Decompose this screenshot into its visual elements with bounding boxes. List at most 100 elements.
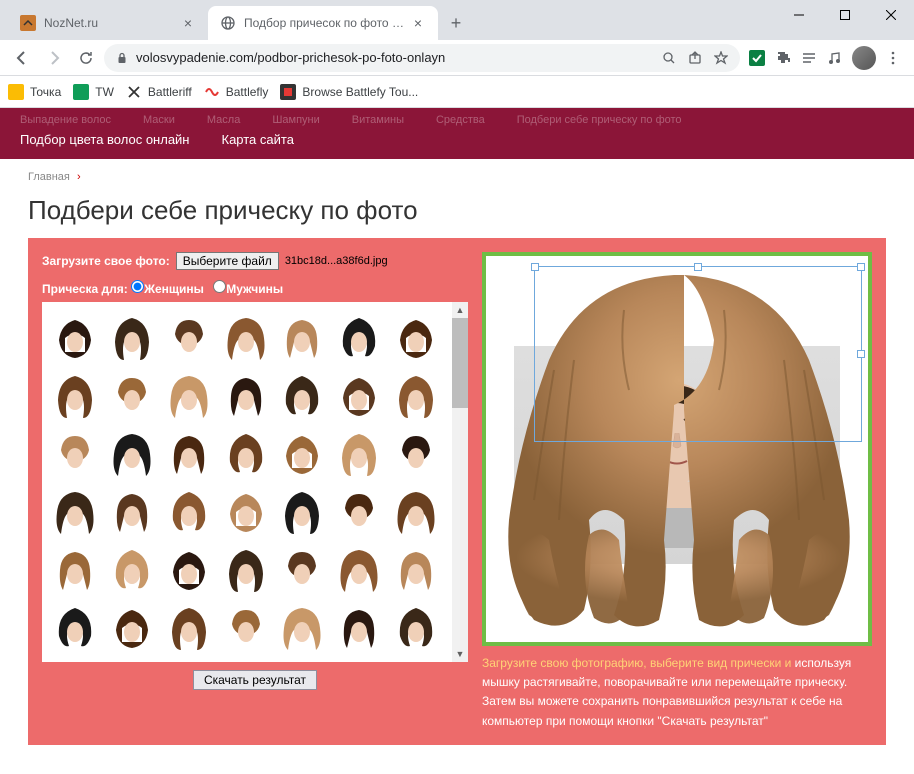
profile-avatar[interactable]: [852, 46, 876, 70]
hairstyle-option[interactable]: [332, 366, 386, 424]
hairstyle-option[interactable]: [275, 424, 329, 482]
page-content[interactable]: Выпадение волос Маски Масла Шампуни Вита…: [0, 108, 914, 774]
hairstyle-option[interactable]: [389, 424, 443, 482]
hairstyle-option[interactable]: [332, 424, 386, 482]
ext-checkmark-icon[interactable]: [748, 49, 766, 67]
hairstyle-grid[interactable]: [42, 302, 452, 662]
hairstyle-option[interactable]: [105, 482, 159, 540]
selection-box[interactable]: [534, 266, 862, 442]
resize-handle[interactable]: [857, 350, 865, 358]
resize-handle[interactable]: [694, 263, 702, 271]
hairstyle-option[interactable]: [105, 366, 159, 424]
bookmark-favicon: [204, 84, 220, 100]
extensions-icon[interactable]: [774, 49, 792, 67]
hairstyle-option[interactable]: [275, 598, 329, 656]
bookmark-item[interactable]: TW: [73, 84, 114, 100]
bookmark-item[interactable]: Battleriff: [126, 84, 192, 100]
hairstyle-option[interactable]: [48, 308, 102, 366]
nav-link[interactable]: Выпадение волос: [20, 112, 111, 128]
scroll-up-icon[interactable]: ▲: [452, 302, 468, 318]
hairstyle-option[interactable]: [389, 366, 443, 424]
gender-female-radio[interactable]: [131, 280, 144, 293]
photo-preview[interactable]: [482, 252, 872, 646]
menu-icon[interactable]: [884, 49, 902, 67]
browser-tab-active[interactable]: Подбор причесок по фото онл ×: [208, 6, 438, 40]
hairstyle-option[interactable]: [105, 424, 159, 482]
hairstyle-option[interactable]: [162, 598, 216, 656]
hairstyle-option[interactable]: [275, 482, 329, 540]
close-icon[interactable]: ×: [410, 15, 426, 31]
breadcrumb-home[interactable]: Главная: [28, 171, 70, 183]
minimize-button[interactable]: [776, 0, 822, 30]
hairstyle-option[interactable]: [332, 540, 386, 598]
search-icon[interactable]: [662, 51, 676, 65]
gender-selector: Прическа для: Женщины Мужчины: [42, 280, 468, 296]
hairstyle-option[interactable]: [275, 308, 329, 366]
share-icon[interactable]: [688, 51, 702, 65]
hairstyle-option[interactable]: [389, 598, 443, 656]
hairstyle-option[interactable]: [48, 598, 102, 656]
nav-link[interactable]: Шампуни: [272, 112, 319, 128]
close-icon[interactable]: ×: [180, 15, 196, 31]
file-select-button[interactable]: Выберите файл: [176, 252, 279, 270]
star-icon[interactable]: [714, 51, 728, 65]
hairstyle-option[interactable]: [332, 308, 386, 366]
bookmark-item[interactable]: Точка: [8, 84, 61, 100]
nav-link[interactable]: Карта сайта: [222, 130, 294, 149]
hairstyle-option[interactable]: [162, 308, 216, 366]
bookmark-item[interactable]: Browse Battlefy Tou...: [280, 84, 418, 100]
scroll-down-icon[interactable]: ▼: [452, 646, 468, 662]
hairstyle-option[interactable]: [219, 598, 273, 656]
bookmark-favicon: [126, 84, 142, 100]
hairstyle-option[interactable]: [219, 482, 273, 540]
hairstyle-option[interactable]: [275, 366, 329, 424]
hairstyle-option[interactable]: [389, 482, 443, 540]
hairstyle-option[interactable]: [219, 424, 273, 482]
resize-handle[interactable]: [857, 263, 865, 271]
resize-handle[interactable]: [531, 263, 539, 271]
hairstyle-option[interactable]: [48, 482, 102, 540]
nav-link[interactable]: Подбери себе прическу по фото: [517, 112, 682, 128]
hairstyle-option[interactable]: [162, 424, 216, 482]
close-window-button[interactable]: [868, 0, 914, 30]
hairstyle-option[interactable]: [48, 424, 102, 482]
bookmark-favicon: [8, 84, 24, 100]
hairstyle-option[interactable]: [48, 366, 102, 424]
hairstyle-option[interactable]: [162, 540, 216, 598]
scrollbar[interactable]: ▲ ▼: [452, 302, 468, 662]
nav-link[interactable]: Подбор цвета волос онлайн: [20, 130, 190, 149]
gender-label: Прическа для:: [42, 282, 128, 296]
hairstyle-option[interactable]: [162, 366, 216, 424]
scrollbar-thumb[interactable]: [452, 318, 468, 408]
gender-male-radio[interactable]: [213, 280, 226, 293]
hairstyle-option[interactable]: [48, 540, 102, 598]
hairstyle-option[interactable]: [389, 540, 443, 598]
music-icon[interactable]: [826, 49, 844, 67]
hairstyle-option[interactable]: [105, 540, 159, 598]
hairstyle-option[interactable]: [219, 366, 273, 424]
hairstyle-widget: Загрузите свое фото: Выберите файл 31bc1…: [28, 238, 886, 745]
hairstyle-option[interactable]: [332, 482, 386, 540]
nav-link[interactable]: Средства: [436, 112, 485, 128]
download-result-button[interactable]: Скачать результат: [193, 670, 317, 690]
hairstyle-option[interactable]: [389, 308, 443, 366]
hairstyle-option[interactable]: [275, 540, 329, 598]
hairstyle-option[interactable]: [162, 482, 216, 540]
nav-link[interactable]: Витамины: [352, 112, 404, 128]
hairstyle-option[interactable]: [219, 540, 273, 598]
back-button[interactable]: [8, 44, 36, 72]
bookmark-item[interactable]: Battlefly: [204, 84, 269, 100]
hairstyle-option[interactable]: [105, 308, 159, 366]
nav-link[interactable]: Маски: [143, 112, 175, 128]
forward-button[interactable]: [40, 44, 68, 72]
nav-link[interactable]: Масла: [207, 112, 240, 128]
reading-list-icon[interactable]: [800, 49, 818, 67]
browser-tab[interactable]: NozNet.ru ×: [8, 6, 208, 40]
hairstyle-option[interactable]: [219, 308, 273, 366]
maximize-button[interactable]: [822, 0, 868, 30]
address-bar[interactable]: volosvypadenie.com/podbor-prichesok-po-f…: [104, 44, 740, 72]
hairstyle-option[interactable]: [105, 598, 159, 656]
hairstyle-option[interactable]: [332, 598, 386, 656]
new-tab-button[interactable]: +: [442, 9, 470, 37]
reload-button[interactable]: [72, 44, 100, 72]
